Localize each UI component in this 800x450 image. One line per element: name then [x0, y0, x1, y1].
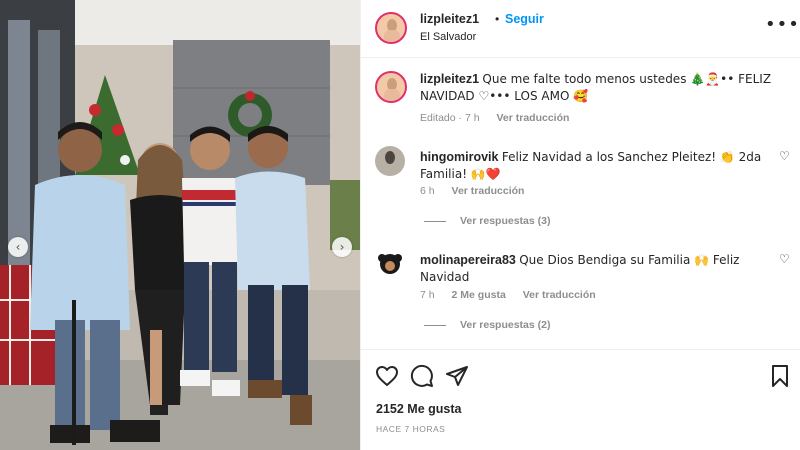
commenter-avatar-image — [378, 254, 402, 274]
share-icon[interactable] — [445, 364, 469, 388]
commenter-avatar[interactable] — [375, 249, 405, 279]
comment-meta: 7 h 2 Me gusta Ver traducción — [420, 289, 610, 301]
author-avatar-small[interactable] — [375, 71, 407, 103]
photo-illustration — [0, 0, 360, 450]
more-options-icon[interactable]: ••• — [765, 14, 800, 35]
post-actions: 2152 Me gusta HACE 7 HORAS — [361, 349, 800, 450]
chevron-left-icon: ‹ — [15, 240, 21, 254]
author-avatar[interactable] — [375, 12, 407, 44]
save-icon[interactable] — [768, 364, 792, 388]
post-timestamp: HACE 7 HORAS — [376, 424, 446, 434]
separator-dot: • — [495, 12, 500, 26]
comment-username[interactable]: molinapereira83 — [420, 253, 516, 267]
caption-meta: Editado · 7 h Ver traducción — [420, 112, 583, 124]
post-header: lizpleitez1 • Seguir El Salvador ••• — [361, 0, 800, 58]
caption-text-block: lizpleitez1 Que me falte todo menos uste… — [420, 71, 775, 105]
commenter-avatar[interactable] — [375, 146, 405, 176]
likes-count[interactable]: 2152 Me gusta — [376, 402, 461, 416]
view-replies-button[interactable]: Ver respuestas (3) — [424, 215, 550, 227]
post-side-panel: lizpleitez1 • Seguir El Salvador ••• liz… — [360, 0, 800, 450]
comment-translate-link[interactable]: Ver traducción — [452, 185, 525, 197]
caption-username[interactable]: lizpleitez1 — [420, 72, 479, 86]
view-replies-label[interactable]: Ver respuestas (2) — [460, 319, 550, 331]
view-replies-label[interactable]: Ver respuestas (3) — [460, 215, 550, 227]
comment-like-heart-icon[interactable]: ♡ — [779, 149, 790, 163]
comment-likes[interactable]: 2 Me gusta — [452, 289, 506, 301]
comment-time: 7 h — [420, 289, 435, 301]
carousel-prev-button[interactable]: ‹ — [8, 237, 28, 257]
comment-username[interactable]: hingomirovik — [420, 150, 498, 164]
view-replies-button[interactable]: Ver respuestas (2) — [424, 319, 550, 331]
replies-divider — [424, 220, 446, 222]
comment-meta: 6 h Ver traducción — [420, 185, 538, 197]
caption-edited-time: Editado · 7 h — [420, 112, 480, 124]
post-location[interactable]: El Salvador — [420, 31, 476, 43]
comment-text-block: hingomirovik Feliz Navidad a los Sanchez… — [420, 149, 775, 183]
post-photo[interactable]: ‹ › — [0, 0, 360, 450]
replies-divider — [424, 324, 446, 326]
comment-icon[interactable] — [410, 364, 434, 388]
comments-list[interactable]: lizpleitez1 Que me falte todo menos uste… — [361, 59, 800, 349]
comment-time: 6 h — [420, 185, 435, 197]
comment-translate-link[interactable]: Ver traducción — [523, 289, 596, 301]
carousel-next-button[interactable]: › — [332, 237, 352, 257]
author-username[interactable]: lizpleitez1 — [420, 12, 479, 26]
comment-like-heart-icon[interactable]: ♡ — [779, 252, 790, 266]
heart-icon[interactable] — [375, 364, 399, 388]
chevron-right-icon: › — [339, 240, 345, 254]
follow-button[interactable]: Seguir — [505, 12, 544, 26]
comment-text-block: molinapereira83 Que Dios Bendiga su Fami… — [420, 252, 775, 286]
caption-translate-link[interactable]: Ver traducción — [496, 112, 569, 124]
